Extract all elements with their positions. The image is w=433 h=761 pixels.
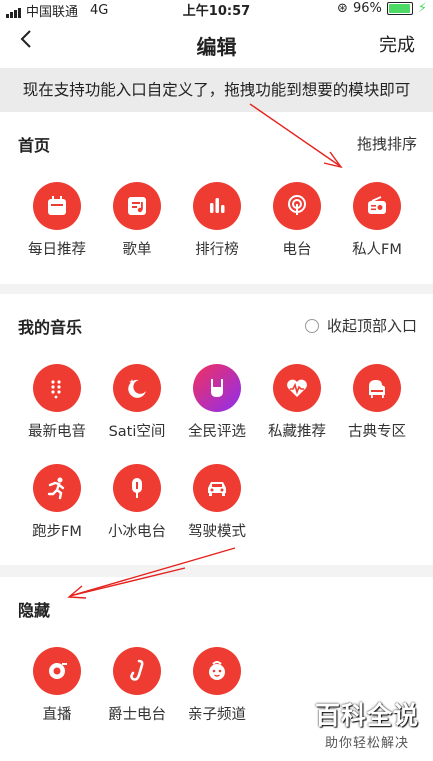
entry-label: 电台	[282, 242, 312, 258]
heart-wave-icon	[273, 364, 321, 412]
entry-playlist[interactable]: 歌单	[97, 182, 177, 259]
charging-icon: ⚡	[417, 1, 427, 16]
entry-sati-space[interactable]: Sati空间	[97, 364, 177, 441]
entry-label: 私人FM	[352, 242, 402, 258]
entry-latest-edm[interactable]: 最新电音	[17, 364, 97, 441]
entry-label: 古典专区	[348, 424, 406, 440]
page-title: 编辑	[196, 35, 237, 59]
entry-label: 排行榜	[195, 242, 239, 258]
lock-rotation-icon: ⊛	[337, 1, 348, 16]
entry-xiaoice-radio[interactable]: 小冰电台	[97, 464, 177, 541]
dots-icon	[33, 364, 81, 412]
entry-label: 每日推荐	[28, 242, 86, 258]
nav-header: 编辑 完成	[0, 18, 433, 68]
entry-label: 爵士电台	[108, 707, 166, 723]
entry-label: 最新电音	[28, 424, 86, 440]
entry-driving-mode[interactable]: 驾驶模式	[177, 464, 257, 541]
collapse-top-entry-toggle[interactable]: 收起顶部入口	[304, 315, 417, 336]
entry-classical[interactable]: 古典专区	[337, 364, 417, 441]
saxophone-icon	[113, 647, 161, 695]
car-icon	[193, 464, 241, 512]
entry-daily-recommend[interactable]: 每日推荐	[17, 182, 97, 259]
entry-label: 亲子频道	[188, 707, 246, 723]
battery-percent: 96%	[352, 1, 382, 16]
popsicle-icon	[113, 464, 161, 512]
drag-sort-button[interactable]: 拖拽排序	[357, 133, 417, 154]
entry-label: 全民评选	[188, 424, 246, 440]
my-music-section: 我的音乐 收起顶部入口 最新电音 Sati空间 全民评选 私藏推荐 古典专区 跑…	[0, 294, 433, 565]
radio-icon	[353, 182, 401, 230]
home-section: 首页 拖拽排序 每日推荐 歌单 排行榜 电台 私人FM	[0, 112, 433, 284]
watermark-subtitle: 助你轻松解决	[324, 736, 409, 751]
entry-live[interactable]: 直播	[17, 647, 97, 724]
status-bar: 中国联通 4G 上午10:57 ⊛ 96% ⚡	[0, 0, 433, 20]
chart-icon	[193, 182, 241, 230]
entry-jazz-radio[interactable]: 爵士电台	[97, 647, 177, 724]
entry-label: 直播	[42, 707, 72, 723]
my-music-section-title: 我的音乐	[18, 318, 83, 337]
baby-icon	[193, 647, 241, 695]
entry-label: 私藏推荐	[268, 424, 326, 440]
entry-ranking[interactable]: 排行榜	[177, 182, 257, 259]
live-icon	[33, 647, 81, 695]
entry-radio-station[interactable]: 电台	[257, 182, 337, 259]
hidden-section-title: 隐藏	[18, 601, 51, 620]
podcast-icon	[273, 182, 321, 230]
entry-public-vote[interactable]: 全民评选	[177, 364, 257, 441]
entry-label: 驾驶模式	[188, 524, 246, 540]
piano-icon	[353, 364, 401, 412]
entry-kids-channel[interactable]: 亲子频道	[177, 647, 257, 724]
moon-icon	[113, 364, 161, 412]
runner-icon	[33, 464, 81, 512]
watermark: 百科全说 助你轻松解决	[315, 696, 419, 751]
home-section-title: 首页	[18, 136, 51, 155]
entry-label: 跑步FM	[32, 524, 82, 540]
done-button[interactable]: 完成	[379, 31, 415, 57]
entry-running-fm[interactable]: 跑步FM	[17, 464, 97, 541]
entry-label: Sati空间	[108, 424, 166, 440]
radio-button-icon[interactable]	[304, 318, 319, 333]
playlist-icon	[113, 182, 161, 230]
collapse-top-entry-label: 收起顶部入口	[326, 317, 417, 335]
entry-private-recommend[interactable]: 私藏推荐	[257, 364, 337, 441]
entry-personal-fm[interactable]: 私人FM	[337, 182, 417, 259]
calendar-icon	[33, 182, 81, 230]
battery-icon	[386, 2, 413, 15]
watermark-title: 百科全说	[314, 701, 419, 730]
entry-label: 小冰电台	[108, 524, 166, 540]
notice-banner: 现在支持功能入口自定义了，拖拽功能到想要的模块即可	[0, 68, 433, 112]
entry-label: 歌单	[122, 242, 152, 258]
rock-hand-icon	[193, 364, 241, 412]
